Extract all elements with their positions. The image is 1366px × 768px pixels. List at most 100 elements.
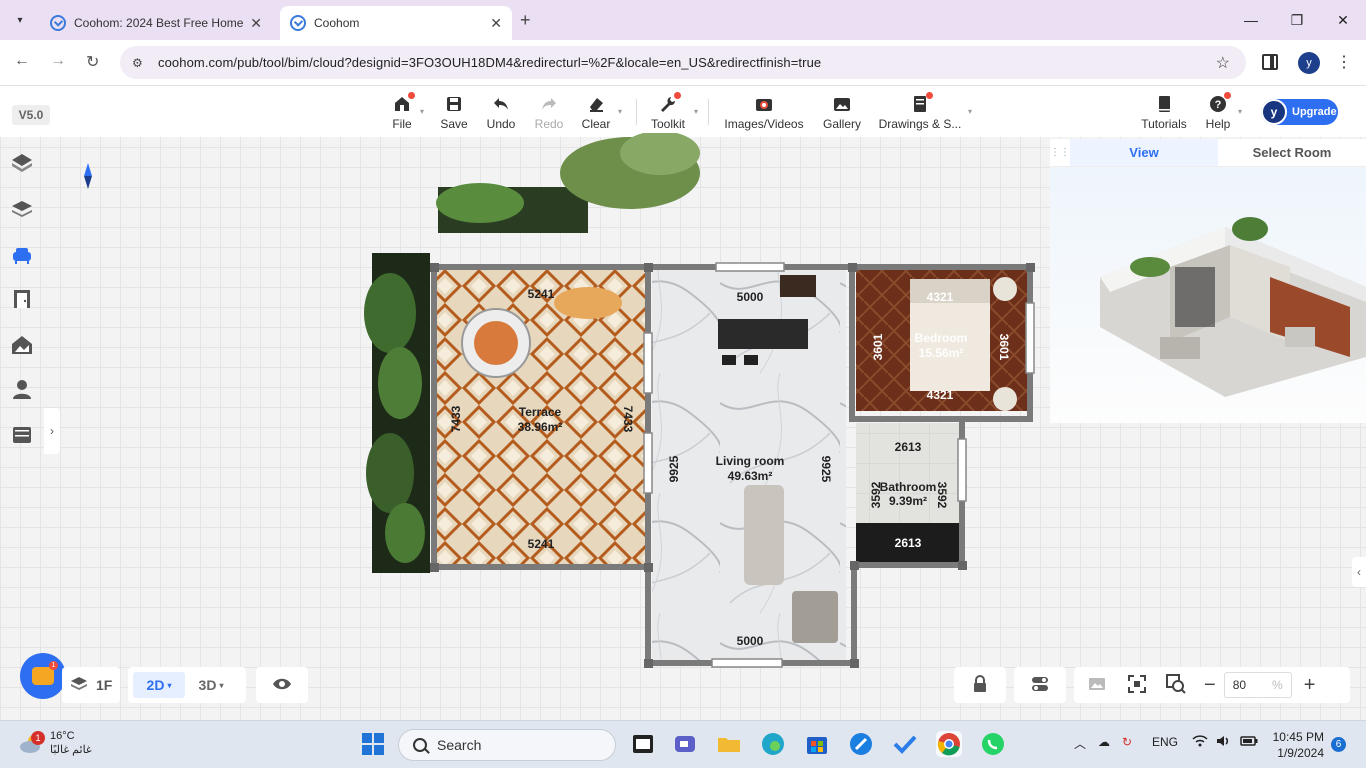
- terrace-name: Terrace: [519, 405, 562, 419]
- file-button[interactable]: File ▾: [390, 92, 424, 131]
- chevron-down-icon: ▾: [17, 14, 23, 26]
- close-window-icon[interactable]: ✕: [1320, 0, 1366, 40]
- zoom-input[interactable]: 80 %: [1223, 672, 1292, 698]
- help-label: Help: [1205, 117, 1231, 131]
- mode-2d-label: 2D: [146, 677, 165, 693]
- living-dim-left: 9925: [667, 455, 681, 482]
- site-info-icon[interactable]: ⚙: [132, 56, 150, 70]
- chat-badge: 1: [49, 661, 58, 670]
- onedrive-icon[interactable]: ☁: [1098, 735, 1110, 749]
- save-icon: [445, 95, 463, 113]
- edge-browser-icon[interactable]: [760, 731, 786, 757]
- new-tab-button[interactable]: +: [520, 10, 531, 31]
- living-dim-top: 5000: [737, 290, 764, 304]
- images-videos-button[interactable]: Images/Videos: [722, 95, 806, 131]
- wifi-icon[interactable]: [1192, 735, 1208, 750]
- back-arrow-icon[interactable]: ←: [14, 52, 30, 70]
- whatsapp-app-icon[interactable]: [980, 731, 1006, 757]
- tab-select-room[interactable]: Select Room: [1218, 139, 1366, 166]
- url-omnibox[interactable]: ⚙ coohom.com/pub/tool/bim/cloud?designid…: [120, 46, 1246, 79]
- settings-toggle-button[interactable]: [1014, 667, 1066, 703]
- todo-app-icon[interactable]: [892, 731, 918, 757]
- floor-selector[interactable]: 1F: [62, 667, 120, 703]
- system-clock[interactable]: 10:45 PM 1/9/2024: [1272, 729, 1324, 761]
- battery-icon[interactable]: [1240, 735, 1258, 750]
- chevron-up-icon[interactable]: ︿: [1074, 735, 1086, 752]
- 3d-preview-view[interactable]: [1050, 167, 1366, 423]
- mode-2d-button[interactable]: 2D ▾: [133, 672, 185, 698]
- build-tool-icon[interactable]: [10, 151, 34, 175]
- door-window-tool-icon[interactable]: [10, 287, 34, 311]
- mode-3d-button[interactable]: 3D ▾: [185, 672, 237, 698]
- file-manager-app-icon[interactable]: [630, 731, 656, 757]
- browser-tab-coohom-home[interactable]: Coohom: 2024 Best Free Home ✕: [40, 6, 272, 40]
- update-icon[interactable]: ↻: [1122, 735, 1132, 749]
- image-icon[interactable]: [1088, 677, 1106, 694]
- browser-menu-icon[interactable]: ⋮: [1336, 52, 1352, 72]
- language-indicator[interactable]: ENG: [1152, 735, 1178, 749]
- taskbar-search[interactable]: Search: [398, 729, 616, 761]
- layers-tool-icon[interactable]: [10, 197, 34, 221]
- lock-button[interactable]: [954, 667, 1006, 703]
- bedroom-area: 15.56m²: [919, 346, 964, 360]
- gallery-icon: [833, 95, 851, 113]
- browser-tab-coohom[interactable]: Coohom ✕: [280, 6, 512, 40]
- fit-screen-icon[interactable]: [1128, 674, 1146, 696]
- tab-search-button[interactable]: ▾: [8, 8, 32, 32]
- drawing-icon: [911, 92, 933, 113]
- bookmark-star-icon[interactable]: ☆: [1216, 53, 1230, 73]
- weather-widget[interactable]: 1 16°C غائم غالبًا: [18, 729, 92, 757]
- reload-icon[interactable]: ↻: [86, 52, 99, 72]
- clear-button[interactable]: Clear ▾: [580, 95, 622, 131]
- zoom-in-button[interactable]: +: [1304, 674, 1316, 697]
- toolkit-button[interactable]: Toolkit ▾: [648, 92, 698, 131]
- structure-tool-icon[interactable]: [10, 333, 34, 357]
- drag-handle-icon[interactable]: ⋮⋮: [1050, 139, 1070, 166]
- tutorials-button[interactable]: Tutorials: [1140, 95, 1188, 131]
- undo-button[interactable]: Undo: [484, 95, 518, 131]
- app-icon[interactable]: [848, 731, 874, 757]
- help-button[interactable]: ? Help ▾: [1204, 92, 1242, 131]
- meet-app-icon[interactable]: [672, 731, 698, 757]
- forward-arrow-icon[interactable]: →: [50, 52, 66, 70]
- url-text[interactable]: coohom.com/pub/tool/bim/cloud?designid=3…: [158, 55, 821, 70]
- save-button[interactable]: Save: [440, 95, 468, 131]
- drawings-button[interactable]: Drawings & S... ▾: [878, 92, 972, 131]
- editor-toolbar: V5.0 File ▾ Save Undo Redo Clear ▾ Toolk…: [0, 87, 1366, 137]
- folder-app-icon[interactable]: [716, 731, 742, 757]
- volume-icon[interactable]: [1216, 735, 1232, 750]
- tab-view[interactable]: View: [1070, 139, 1218, 166]
- gallery-button[interactable]: Gallery: [820, 95, 864, 131]
- cabinet-tool-icon[interactable]: [10, 423, 34, 447]
- expand-right-panel-button[interactable]: ‹: [1352, 557, 1366, 587]
- floor-plan-canvas[interactable]: 5241 5241 7433 7433 Terrace 38.96m² 5000…: [360, 133, 1040, 673]
- floor-label: 1F: [96, 677, 113, 693]
- chat-support-button[interactable]: 1: [20, 653, 66, 699]
- store-app-icon[interactable]: [804, 731, 830, 757]
- user-tool-icon[interactable]: [10, 377, 34, 401]
- start-button[interactable]: [360, 731, 386, 757]
- minimize-icon[interactable]: —: [1228, 0, 1274, 40]
- bedroom-dim-left: 3601: [871, 333, 885, 360]
- visibility-button[interactable]: [256, 667, 308, 703]
- notification-badge[interactable]: 6: [1331, 737, 1346, 752]
- restore-icon[interactable]: ❐: [1274, 0, 1320, 40]
- furniture-tool-icon[interactable]: [10, 243, 34, 267]
- bathroom-area: 9.39m²: [889, 494, 927, 508]
- chevron-left-icon: ‹: [1357, 565, 1361, 579]
- expand-left-panel-button[interactable]: ›: [44, 408, 60, 454]
- zoom-out-button[interactable]: −: [1204, 674, 1216, 697]
- save-label: Save: [440, 117, 468, 131]
- close-tab-icon[interactable]: ✕: [490, 15, 502, 32]
- redo-button[interactable]: Redo: [534, 95, 564, 131]
- bathroom-name: Bathroom: [880, 480, 937, 494]
- zoom-area-icon[interactable]: [1166, 673, 1186, 697]
- profile-avatar[interactable]: y: [1298, 52, 1320, 74]
- compass-icon[interactable]: [84, 163, 92, 189]
- toolbar-divider: [636, 99, 637, 125]
- chrome-app-icon[interactable]: [936, 731, 962, 757]
- upgrade-button[interactable]: y Upgrade: [1261, 99, 1338, 125]
- side-panel-icon[interactable]: [1262, 54, 1278, 70]
- close-tab-icon[interactable]: ✕: [250, 15, 262, 32]
- toggle-icon: [1031, 676, 1049, 695]
